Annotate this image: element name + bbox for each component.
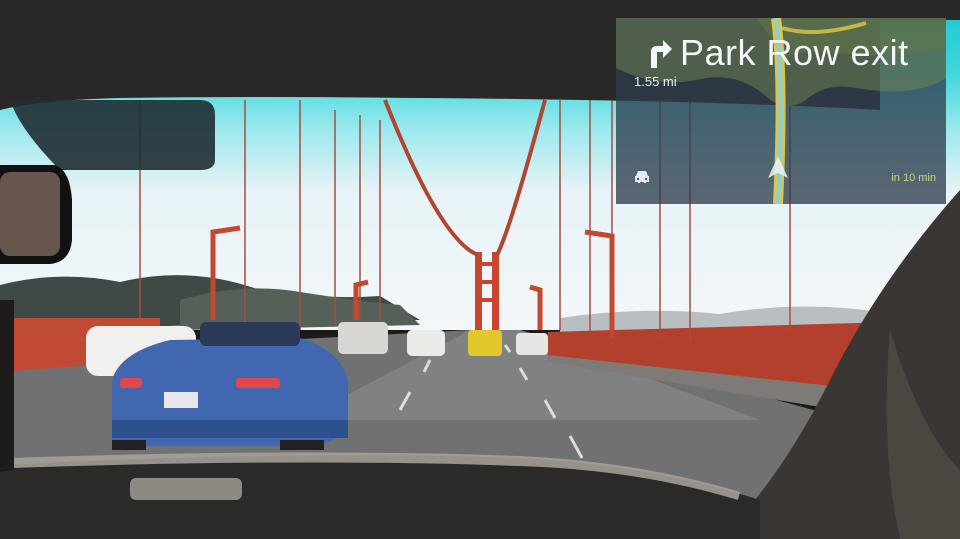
navigation-hud: Park Row exit 1.55 mi in 10 min bbox=[616, 18, 946, 204]
turn-right-icon bbox=[651, 40, 672, 68]
sun-visor bbox=[10, 100, 215, 170]
instruction-text: Park Row exit bbox=[680, 32, 909, 73]
windshield-view: Park Row exit 1.55 mi in 10 min bbox=[0, 0, 960, 539]
distance-text: 1.55 mi bbox=[634, 74, 677, 89]
eta-text: in 10 min bbox=[891, 172, 936, 184]
dashboard bbox=[0, 455, 760, 539]
car-icon bbox=[635, 171, 649, 183]
